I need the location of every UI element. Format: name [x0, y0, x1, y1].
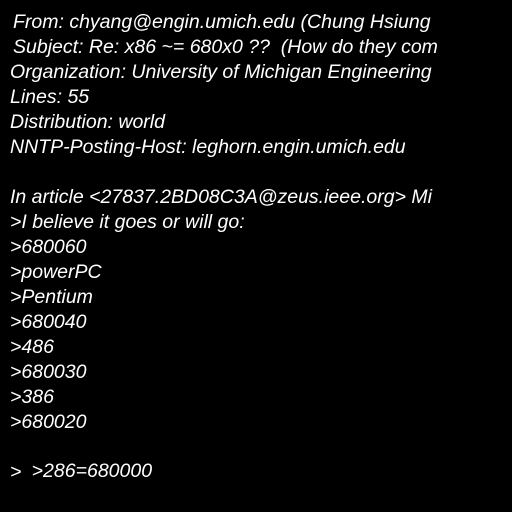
quoted-line: >386: [10, 386, 54, 408]
header-nntp-posting-host: NNTP-Posting-Host: leghorn.engin.umich.e…: [10, 136, 406, 158]
quoted-line-clipped: >286=680000: [10, 435, 175, 507]
quoted-line-text: >286=680000: [31, 460, 153, 482]
header-subject: Subject: Re: x86 ~= 680x0 ?? (How do the…: [13, 36, 438, 58]
header-organization: Organization: University of Michigan Eng…: [10, 61, 432, 83]
header-distribution: Distribution: world: [10, 111, 165, 133]
quoted-line: >680040: [10, 311, 87, 333]
quoted-line: >Pentium: [10, 286, 93, 308]
quoted-line: >680030: [10, 361, 87, 383]
quoted-line: >: [10, 461, 22, 483]
quoted-line: >680060: [10, 236, 87, 258]
header-lines: Lines: 55: [10, 86, 90, 108]
quoted-line: >680020: [10, 411, 87, 433]
newsgroup-post: From: chyang@engin.umich.edu (Chung Hsiu…: [0, 0, 512, 512]
quoted-line: >powerPC: [10, 261, 102, 283]
quoted-line: >486: [10, 336, 54, 358]
header-from: From: chyang@engin.umich.edu (Chung Hsiu…: [13, 11, 431, 33]
quoted-line: >I believe it goes or will go:: [10, 211, 245, 233]
article-attribution: In article <27837.2BD08C3A@zeus.ieee.org…: [10, 186, 432, 208]
